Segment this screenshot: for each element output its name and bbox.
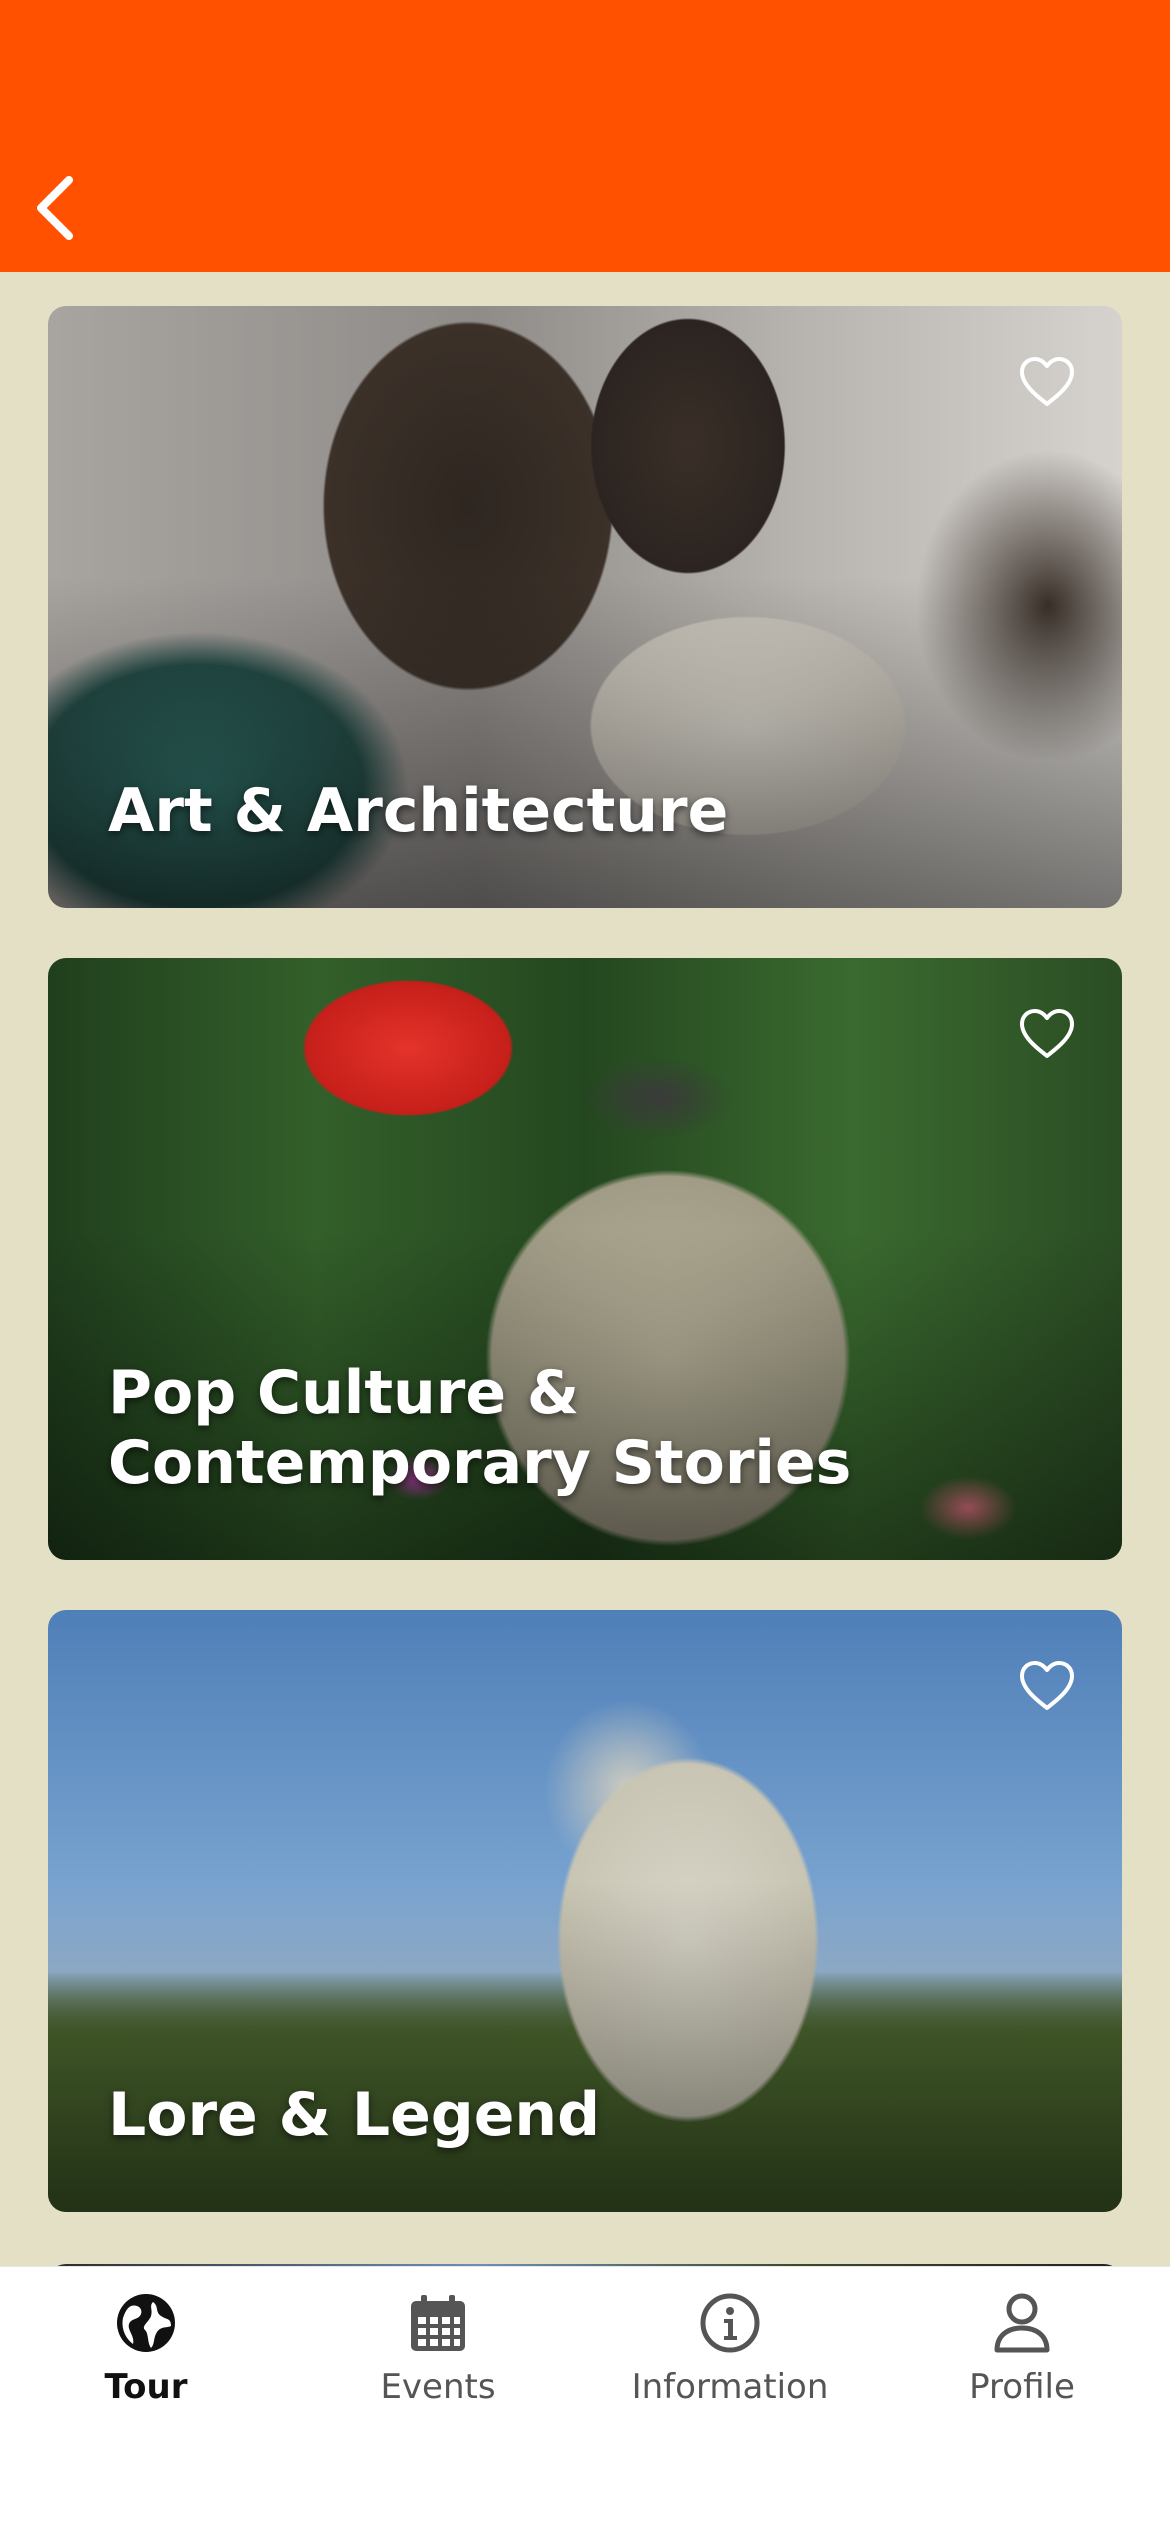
chevron-left-icon: [37, 176, 73, 240]
tab-label: Information: [631, 2367, 829, 2407]
heart-outline-icon: [1020, 1009, 1074, 1058]
favorite-button[interactable]: [1012, 1654, 1082, 1718]
category-card-art-architecture[interactable]: Art & Architecture: [48, 306, 1122, 908]
card-title: Art & Architecture: [108, 776, 729, 846]
favorite-button[interactable]: [1012, 1002, 1082, 1066]
info-icon: [698, 2291, 762, 2355]
person-icon: [990, 2291, 1054, 2355]
favorite-button[interactable]: [1012, 350, 1082, 414]
globe-icon: [114, 2291, 178, 2355]
bottom-tab-bar: Tour Events Information Profile: [0, 2266, 1170, 2532]
tab-label: Profile: [969, 2367, 1075, 2407]
tab-label: Events: [380, 2367, 496, 2407]
tab-events[interactable]: Events: [292, 2267, 584, 2417]
tour-category-list: Art & Architecture Pop Culture & Contemp…: [0, 272, 1170, 2266]
calendar-icon: [406, 2291, 470, 2355]
tab-tour[interactable]: Tour: [0, 2267, 292, 2417]
card-title: Pop Culture & Contemporary Stories: [108, 1358, 852, 1498]
back-button[interactable]: [20, 170, 90, 246]
category-card-pop-culture[interactable]: Pop Culture & Contemporary Stories: [48, 958, 1122, 1560]
heart-outline-icon: [1020, 1661, 1074, 1710]
app-header: [0, 0, 1170, 272]
tab-profile[interactable]: Profile: [876, 2267, 1168, 2417]
heart-outline-icon: [1020, 357, 1074, 406]
tab-information[interactable]: Information: [584, 2267, 876, 2417]
card-title: Lore & Legend: [108, 2080, 601, 2150]
category-card-lore-legend[interactable]: Lore & Legend: [48, 1610, 1122, 2212]
tab-label: Tour: [104, 2367, 188, 2407]
